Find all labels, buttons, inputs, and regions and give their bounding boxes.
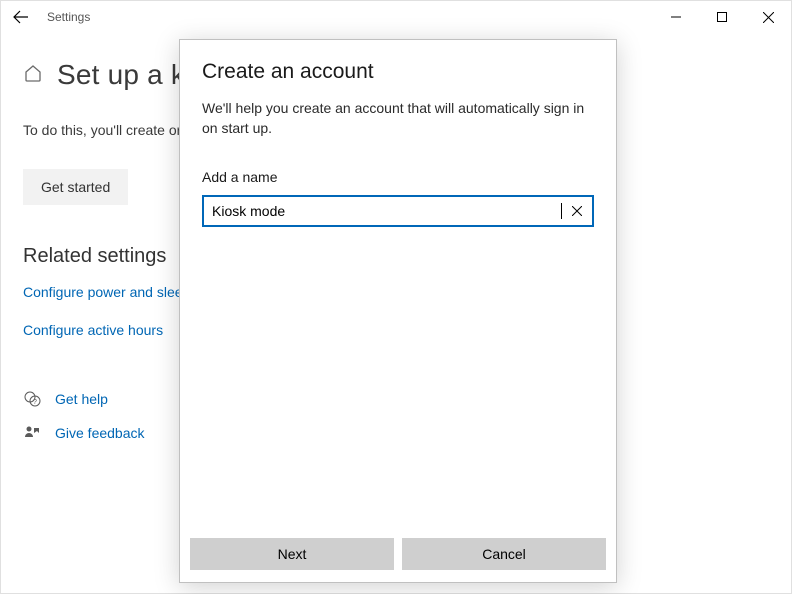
- clear-input-button[interactable]: [562, 197, 592, 225]
- name-input-wrap: [202, 195, 594, 227]
- create-account-dialog: Create an account We'll help you create …: [179, 39, 617, 583]
- close-button[interactable]: [745, 1, 791, 33]
- maximize-icon: [717, 12, 727, 22]
- titlebar: Settings: [1, 1, 791, 33]
- back-button[interactable]: [1, 1, 41, 33]
- arrow-left-icon: [13, 9, 29, 25]
- dialog-description: We'll help you create an account that wi…: [202, 98, 594, 139]
- cancel-button[interactable]: Cancel: [402, 538, 606, 570]
- next-button[interactable]: Next: [190, 538, 394, 570]
- get-started-button[interactable]: Get started: [23, 169, 128, 205]
- name-input[interactable]: [204, 203, 569, 219]
- give-feedback-link: Give feedback: [55, 425, 145, 441]
- window-title: Settings: [47, 10, 90, 24]
- get-help-link: Get help: [55, 391, 108, 407]
- feedback-icon: [23, 424, 41, 442]
- window-controls: [653, 1, 791, 33]
- dialog-actions: Next Cancel: [180, 530, 616, 582]
- minimize-button[interactable]: [653, 1, 699, 33]
- dialog-title: Create an account: [202, 60, 594, 84]
- settings-window: Settings Set up a kiosk To do this, you'…: [0, 0, 792, 594]
- dialog-body: Create an account We'll help you create …: [180, 40, 616, 530]
- x-icon: [572, 206, 582, 216]
- home-icon: [23, 63, 43, 88]
- name-field-label: Add a name: [202, 169, 594, 185]
- close-icon: [763, 12, 774, 23]
- svg-text:?: ?: [33, 399, 37, 406]
- help-icon: ?: [23, 390, 41, 408]
- maximize-button[interactable]: [699, 1, 745, 33]
- minimize-icon: [671, 12, 681, 22]
